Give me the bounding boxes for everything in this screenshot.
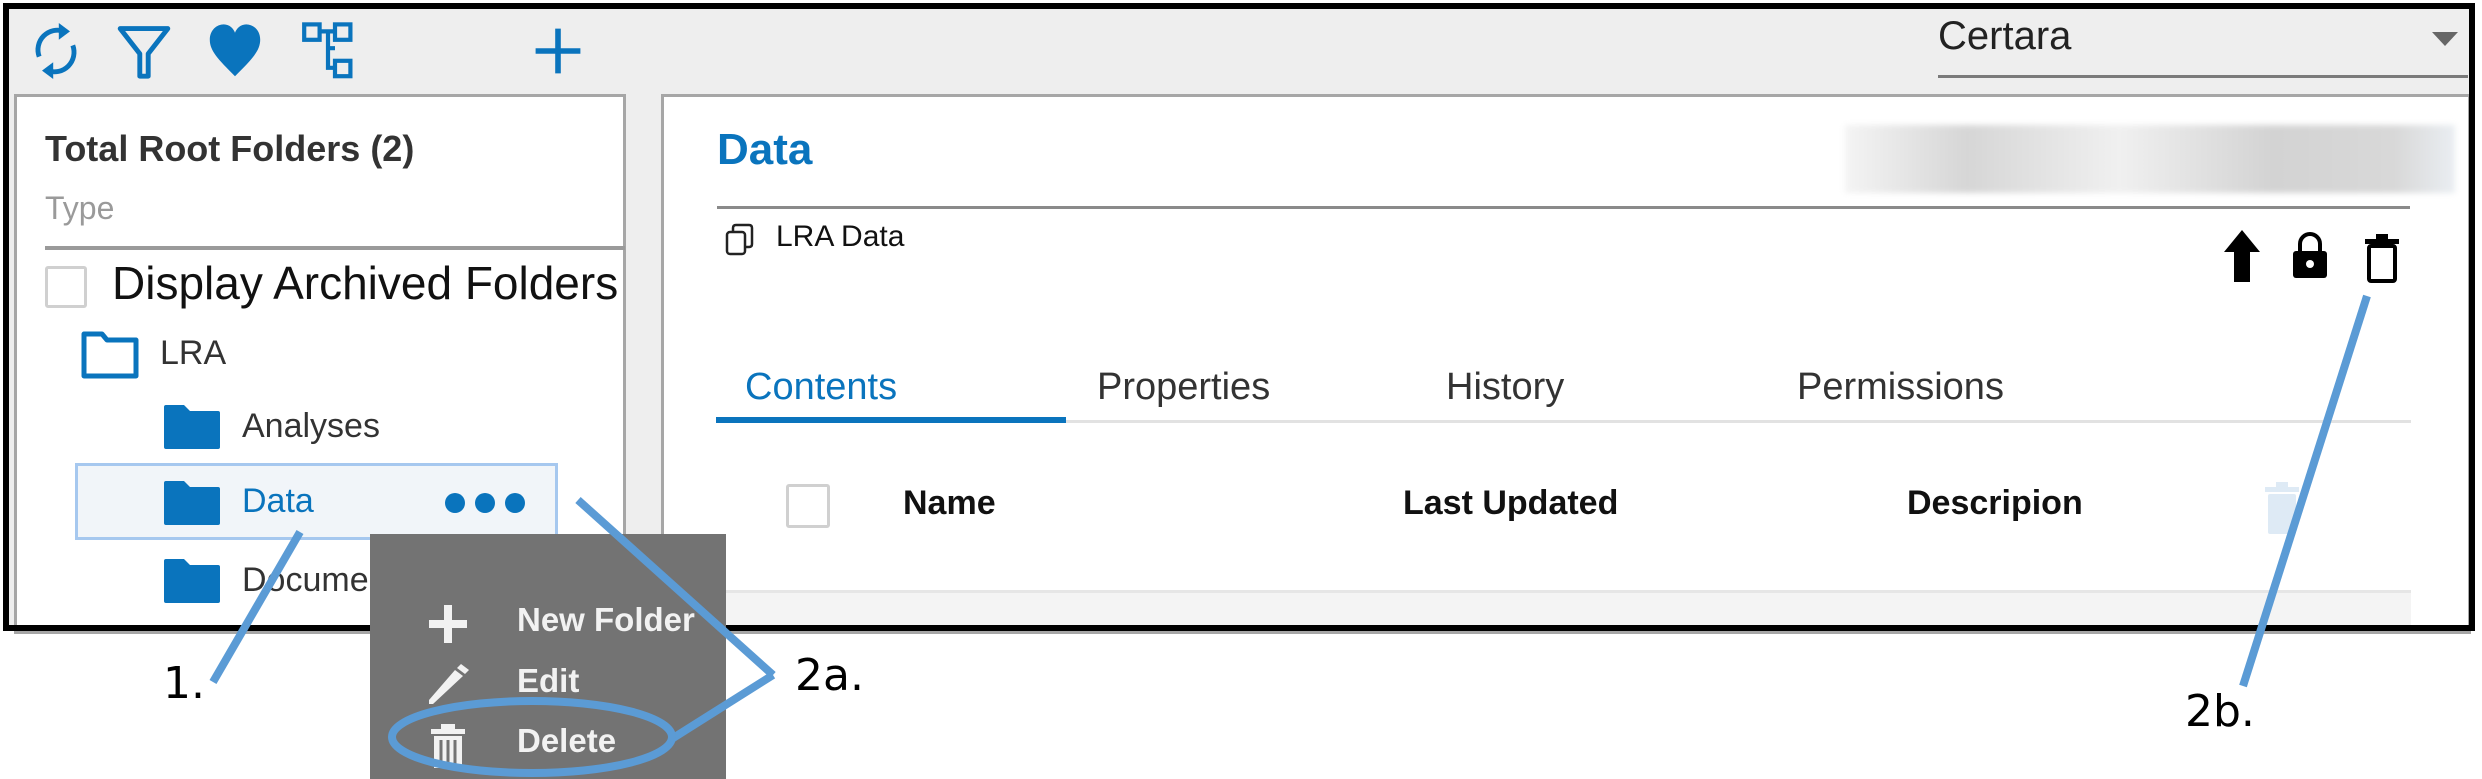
more-horizontal-icon (445, 493, 525, 513)
organization-select[interactable]: Certara (1938, 8, 2468, 80)
frame-top-edge (3, 3, 2475, 9)
favorites-button[interactable] (207, 20, 263, 82)
redacted-info (1845, 125, 2455, 193)
tree-node-lra[interactable]: LRA (80, 330, 380, 380)
tree-node-label: Data (242, 482, 314, 520)
type-filter-input[interactable]: Type (45, 190, 625, 250)
column-header-name[interactable]: Name (903, 484, 996, 523)
frame-left-edge (3, 3, 9, 631)
column-header-description[interactable]: Descripion (1907, 484, 2083, 523)
tree-node-label: Docume (242, 561, 369, 599)
folder-title: Data (717, 125, 813, 174)
lock-button[interactable] (2290, 230, 2330, 280)
root-folders-title: Total Root Folders (2) (45, 128, 415, 169)
display-archived-checkbox[interactable] (45, 266, 87, 308)
tab-contents[interactable]: Contents (745, 366, 897, 409)
menu-item-label: New Folder (517, 601, 695, 638)
table-row[interactable] (726, 593, 2411, 626)
add-button[interactable] (530, 20, 586, 82)
folder-icon (164, 559, 220, 603)
tab-history[interactable]: History (1446, 366, 1564, 409)
filter-button[interactable] (116, 20, 172, 82)
annotation-step-2a: 2a. (795, 650, 864, 701)
column-header-last-updated[interactable]: Last Updated (1403, 484, 1618, 523)
select-underline (1938, 75, 2468, 78)
hierarchy-button[interactable] (300, 20, 356, 82)
chevron-down-icon (2432, 32, 2458, 46)
menu-item-label: Edit (517, 662, 580, 699)
refresh-button[interactable] (28, 20, 84, 82)
tree-node-label: Analyses (242, 407, 380, 445)
add-plus-icon (535, 28, 581, 74)
folder-icon (164, 405, 220, 449)
organization-select-value: Certara (1938, 14, 2072, 58)
folder-icon (164, 481, 220, 525)
annotation-step-1: 1. (163, 658, 205, 709)
pencil-icon (429, 664, 469, 704)
trash-icon (431, 724, 465, 768)
folder-subtitle: LRA Data (776, 220, 905, 253)
tree-node-analyses[interactable]: Analyses (162, 403, 462, 453)
copy-icon (725, 223, 754, 256)
select-all-checkbox[interactable] (786, 484, 830, 528)
filter-icon (117, 26, 171, 79)
annotation-step-2b: 2b. (2185, 686, 2255, 737)
refresh-icon (35, 23, 77, 79)
tree-node-label: LRA (160, 334, 227, 372)
lock-icon (2293, 232, 2327, 278)
input-underline (45, 246, 625, 250)
active-tab-indicator (716, 417, 1066, 423)
folder-outline-icon (81, 331, 139, 379)
tab-properties[interactable]: Properties (1097, 366, 1270, 409)
bulk-delete-icon-disabled (2265, 482, 2299, 534)
folder-context-menu: New Folder Edit Delete (370, 534, 726, 779)
delete-folder-button[interactable] (2362, 232, 2402, 284)
menu-item-edit[interactable]: Edit (370, 652, 726, 712)
upload-button[interactable] (2220, 228, 2264, 284)
tab-permissions[interactable]: Permissions (1797, 366, 2004, 409)
more-actions-button[interactable] (440, 485, 530, 521)
header-divider (717, 206, 2410, 209)
delete-trash-icon (2365, 234, 2399, 283)
type-filter-placeholder: Type (45, 190, 115, 226)
display-archived-label: Display Archived Folders (112, 257, 619, 309)
plus-icon (429, 605, 467, 643)
favorites-heart-icon (209, 24, 261, 77)
menu-item-new-folder[interactable]: New Folder (370, 591, 726, 651)
menu-item-delete[interactable]: Delete (370, 712, 726, 772)
hierarchy-tree-icon (302, 22, 353, 79)
menu-item-label: Delete (517, 722, 617, 759)
upload-arrow-icon (2224, 230, 2260, 282)
frame-right-edge (2469, 3, 2475, 631)
